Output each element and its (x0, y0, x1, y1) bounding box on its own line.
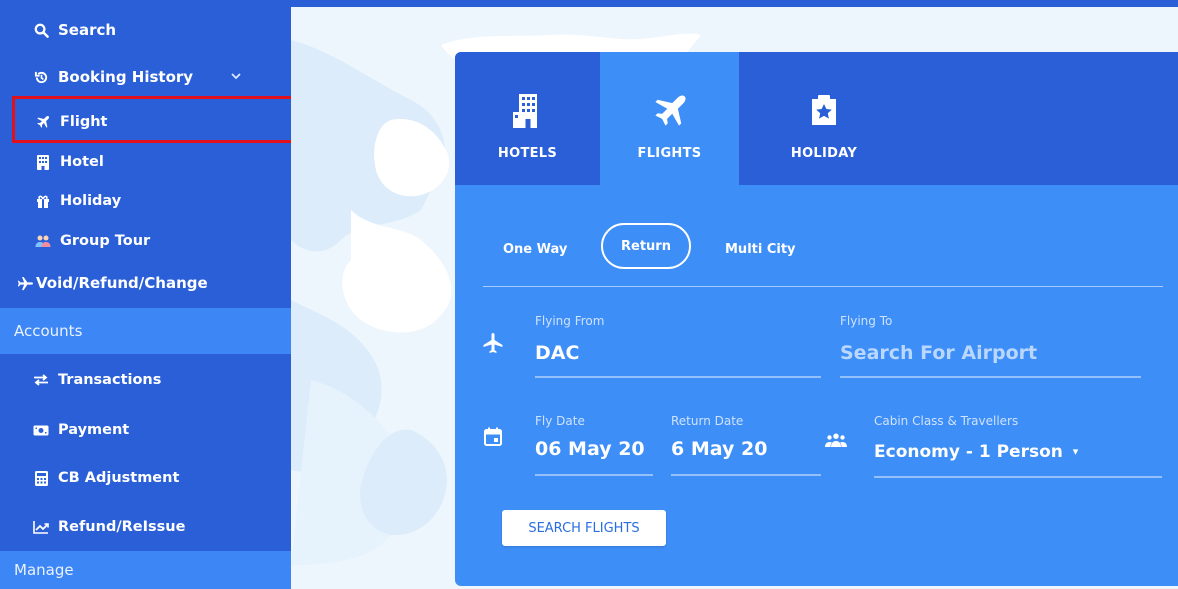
sidebar-item-void-refund-change[interactable]: Void/Refund/Change (0, 271, 291, 295)
sidebar-item-label: Void/Refund/Change (36, 274, 208, 292)
sidebar-item-label: CB Adjustment (58, 470, 180, 486)
flying-to-label: Flying To (840, 314, 893, 328)
cabin-class-select[interactable]: Economy - 1 Person ▾ (874, 442, 1078, 462)
history-icon (32, 68, 50, 86)
swap-arrows-icon (32, 371, 50, 389)
chevron-down-icon[interactable] (231, 69, 241, 83)
highlight-box (12, 96, 315, 143)
sidebar-item-label: Group Tour (60, 233, 151, 249)
tab-label: HOTELS (497, 146, 558, 161)
group-travellers-icon (823, 432, 849, 448)
flying-from-label: Flying From (535, 314, 605, 328)
section-header-manage: Manage (0, 551, 291, 589)
search-panel: HOTELS FLIGHTS HOLIDAY One Way Return Mu… (455, 52, 1178, 586)
trip-option-multi-city[interactable]: Multi City (725, 242, 796, 257)
sidebar-item-transactions[interactable]: Transactions (0, 369, 291, 391)
sidebar-item-holiday[interactable]: Holiday (0, 190, 291, 212)
search-flights-button[interactable]: SEARCH FLIGHTS (502, 510, 666, 546)
sidebar-item-cb-adjustment[interactable]: CB Adjustment (0, 467, 291, 489)
sidebar-item-label: Refund/ReIssue (58, 519, 186, 535)
gift-icon (34, 192, 52, 210)
building-icon (34, 153, 52, 171)
flying-from-input[interactable]: DAC (535, 342, 579, 364)
sidebar-item-label: Hotel (60, 154, 104, 170)
cabin-class-value: Economy - 1 Person (874, 442, 1063, 462)
cabin-class-label: Cabin Class & Travellers (874, 414, 1019, 428)
sidebar-item-group-tour[interactable]: Group Tour (0, 230, 291, 252)
return-date-underline (671, 474, 821, 476)
sidebar-item-label: Booking History (58, 68, 194, 86)
sidebar-item-booking-history[interactable]: Booking History (0, 66, 291, 88)
flying-to-input[interactable]: Search For Airport (840, 342, 1037, 364)
airplane-takeoff-icon (480, 330, 506, 356)
money-icon (32, 421, 50, 439)
hotel-building-icon (512, 92, 543, 130)
fly-date-label: Fly Date (535, 414, 585, 428)
cabin-class-underline (874, 476, 1162, 478)
trip-option-label: Return (621, 238, 671, 254)
sidebar-item-hotel[interactable]: Hotel (0, 151, 291, 173)
trip-option-one-way[interactable]: One Way (503, 242, 567, 257)
sidebar-item-label: Holiday (60, 193, 122, 209)
flying-from-underline (535, 376, 821, 378)
return-date-label: Return Date (671, 414, 744, 428)
sidebar: Search Booking History Flight Hotel Holi… (0, 0, 315, 589)
sidebar-item-refund-reissue[interactable]: Refund/ReIssue (0, 516, 291, 538)
fly-date-input[interactable]: 06 May 20 (535, 438, 645, 460)
tab-label: FLIGHTS (637, 146, 702, 161)
sidebar-item-label: Payment (58, 422, 130, 438)
section-header-accounts: Accounts (0, 308, 291, 354)
fly-date-underline (535, 474, 653, 476)
tab-flights[interactable]: FLIGHTS (600, 52, 739, 185)
sidebar-item-search[interactable]: Search (0, 19, 291, 41)
trending-chart-icon (32, 518, 50, 536)
calculator-icon (32, 469, 50, 487)
tab-holiday[interactable]: HOLIDAY (749, 52, 899, 185)
airplane-icon (652, 92, 688, 130)
search-icon (32, 21, 50, 39)
tab-hotels[interactable]: HOTELS (455, 52, 600, 185)
tabs-bar: HOTELS FLIGHTS HOLIDAY (455, 52, 1178, 185)
sidebar-item-label: Search (58, 21, 117, 39)
trip-option-return[interactable]: Return (601, 223, 691, 269)
return-date-input[interactable]: 6 May 20 (671, 438, 767, 460)
calendar-icon (482, 425, 504, 447)
plane-icon (16, 274, 34, 292)
caret-down-icon: ▾ (1072, 445, 1079, 458)
sidebar-item-payment[interactable]: Payment (0, 419, 291, 441)
tab-label: HOLIDAY (790, 146, 858, 161)
flying-to-underline (840, 376, 1141, 378)
people-icon (34, 232, 52, 250)
holiday-badge-icon (810, 92, 838, 130)
sidebar-item-label: Transactions (58, 372, 162, 388)
divider (483, 286, 1163, 287)
